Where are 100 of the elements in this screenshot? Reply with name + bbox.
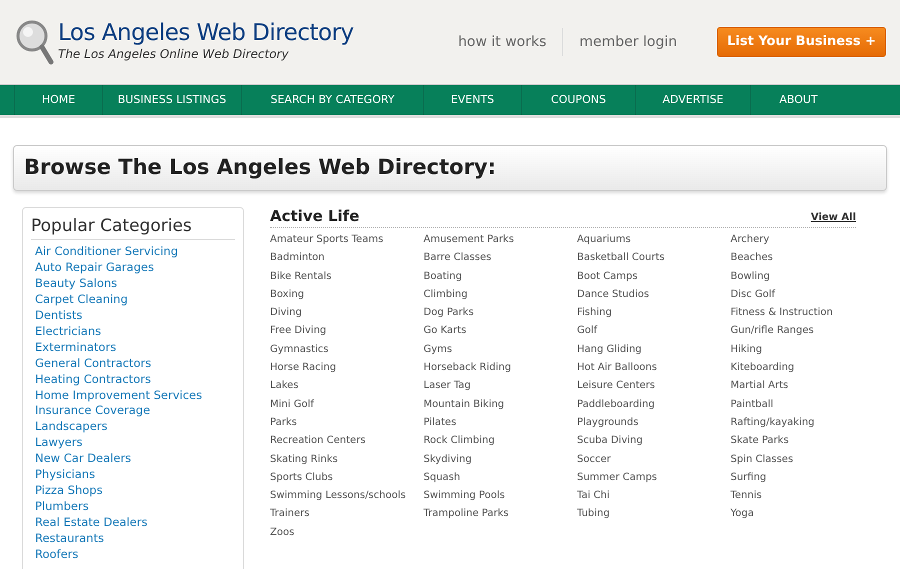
- subcategory-link[interactable]: Fishing: [577, 307, 612, 318]
- category-link[interactable]: Restaurants: [31, 530, 235, 547]
- subcategory-link[interactable]: Golf: [577, 325, 598, 336]
- subcategory-link[interactable]: Climbing: [424, 288, 468, 300]
- subcategory-link[interactable]: Barre Classes: [424, 252, 492, 264]
- subcategory-link[interactable]: Tennis: [730, 490, 762, 502]
- subcategory-link[interactable]: Playgrounds: [577, 416, 638, 428]
- category-link[interactable]: Plumbers: [31, 498, 235, 515]
- category-link[interactable]: Beauty Salons: [31, 276, 235, 292]
- subcategory-link[interactable]: Lakes: [270, 380, 298, 392]
- subcategory-link[interactable]: Skate Parks: [730, 435, 789, 446]
- subcategory-link[interactable]: Pilates: [424, 416, 456, 428]
- subcategory-link[interactable]: Rock Climbing: [424, 435, 495, 446]
- subcategory-link[interactable]: Amateur Sports Teams: [270, 234, 384, 245]
- subcategory-link[interactable]: Spin Classes: [730, 454, 794, 465]
- subcategory-link[interactable]: Gyms: [424, 344, 452, 355]
- subcategory-link[interactable]: Paddleboarding: [577, 398, 655, 410]
- subcategory-link[interactable]: Summer Camps: [577, 472, 658, 483]
- nav-link[interactable]: ABOUT: [750, 85, 846, 115]
- section-title: Active Life: [270, 207, 360, 225]
- category-link[interactable]: Physicians: [31, 467, 235, 483]
- subcategory-link[interactable]: Dog Parks: [424, 307, 474, 318]
- subcategory-link[interactable]: Scuba Diving: [577, 435, 643, 446]
- subcategory-link[interactable]: Beaches: [730, 252, 773, 264]
- category-link[interactable]: Home Improvement Services: [31, 388, 235, 404]
- category-link[interactable]: Real Estate Dealers: [31, 514, 235, 531]
- category-link[interactable]: General Contractors: [31, 356, 235, 372]
- subcategory-link[interactable]: Kiteboarding: [730, 362, 794, 374]
- subcategory-link[interactable]: Bike Rentals: [270, 270, 332, 282]
- subcategory-link[interactable]: Zoos: [270, 526, 294, 538]
- subcategory-link[interactable]: Bowling: [730, 270, 770, 282]
- subcategory-link[interactable]: Laser Tag: [424, 380, 471, 392]
- subcategory-link[interactable]: Free Diving: [270, 325, 326, 336]
- site-tagline: The Los Angeles Online Web Directory: [58, 46, 290, 62]
- nav-link[interactable]: ADVERTISE: [635, 85, 750, 115]
- subcategory-link[interactable]: Swimming Pools: [424, 490, 505, 502]
- subcategory-link[interactable]: Tai Chi: [577, 490, 610, 502]
- subcategory-link[interactable]: Sports Clubs: [270, 472, 333, 483]
- nav-link[interactable]: EVENTS: [423, 85, 521, 115]
- category-link[interactable]: Air Conditioner Servicing: [31, 244, 235, 260]
- nav-link[interactable]: SEARCH BY CATEGORY: [241, 85, 423, 115]
- subcategory-link[interactable]: Dance Studios: [577, 288, 650, 300]
- subcategory-link[interactable]: Go Karts: [424, 325, 466, 336]
- category-link[interactable]: Landscapers: [31, 419, 235, 436]
- nav-link[interactable]: HOME: [14, 85, 102, 115]
- subcategory-link[interactable]: Disc Golf: [730, 288, 776, 300]
- panel-title: Popular Categories: [31, 216, 235, 240]
- subcategory-link[interactable]: Boot Camps: [577, 270, 638, 282]
- category-link[interactable]: New Car Dealers: [31, 451, 235, 468]
- magnifier-icon: [14, 18, 54, 66]
- header-link[interactable]: how it works: [458, 32, 546, 52]
- subcategory-link[interactable]: Tubing: [577, 508, 610, 520]
- subcategory-link[interactable]: Yoga: [730, 508, 754, 520]
- subcategory-link[interactable]: Aquariums: [577, 234, 631, 245]
- subcategory-link[interactable]: Archery: [730, 234, 770, 245]
- subcategory-link[interactable]: Trampoline Parks: [424, 508, 509, 520]
- subcategory-link[interactable]: Martial Arts: [730, 380, 788, 392]
- view-all-link[interactable]: View All: [810, 210, 856, 225]
- subcategory-link[interactable]: Swimming Lessons/schools: [270, 490, 406, 502]
- subcategory-link[interactable]: Recreation Centers: [270, 435, 366, 446]
- subcategory-link[interactable]: Surfing: [730, 472, 766, 483]
- subcategory-link[interactable]: Hot Air Balloons: [577, 362, 657, 374]
- subcategory-link[interactable]: Mountain Biking: [424, 398, 504, 410]
- subcategory-link[interactable]: Trainers: [270, 508, 310, 520]
- subcategory-link[interactable]: Fitness & Instruction: [730, 307, 833, 318]
- nav-link[interactable]: COUPONS: [521, 85, 635, 115]
- subcategory-link[interactable]: Rafting/kayaking: [730, 416, 814, 428]
- subcategory-link[interactable]: Soccer: [577, 454, 611, 465]
- subcategory-link[interactable]: Horse Racing: [270, 362, 336, 374]
- category-link[interactable]: Electricians: [31, 324, 235, 340]
- subcategory-link[interactable]: Boating: [424, 270, 462, 282]
- subcategory-link[interactable]: Gun/rifle Ranges: [730, 325, 814, 336]
- category-link[interactable]: Auto Repair Garages: [31, 260, 235, 276]
- site-title[interactable]: Los Angeles Web Directory: [58, 22, 354, 44]
- subcategory-link[interactable]: Gymnastics: [270, 344, 328, 355]
- category-link[interactable]: Lawyers: [31, 435, 235, 452]
- subcategory-link[interactable]: Hang Gliding: [577, 344, 642, 355]
- subcategory-link[interactable]: Leisure Centers: [577, 380, 655, 392]
- subcategory-link[interactable]: Hiking: [730, 344, 762, 355]
- category-link[interactable]: Carpet Cleaning: [31, 292, 235, 308]
- subcategory-link[interactable]: Parks: [270, 416, 297, 428]
- category-link[interactable]: Dentists: [31, 308, 235, 324]
- category-link[interactable]: Pizza Shops: [31, 482, 235, 499]
- nav-link[interactable]: BUSINESS LISTINGS: [102, 85, 241, 115]
- subcategory-link[interactable]: Skydiving: [424, 454, 472, 465]
- subcategory-link[interactable]: Basketball Courts: [577, 252, 665, 264]
- category-link[interactable]: Insurance Coverage: [31, 403, 235, 420]
- subcategory-link[interactable]: Amusement Parks: [424, 234, 514, 245]
- category-link[interactable]: Roofers: [31, 546, 235, 563]
- subcategory-link[interactable]: Skating Rinks: [270, 454, 338, 465]
- subcategory-link[interactable]: Boxing: [270, 288, 304, 300]
- category-link[interactable]: Heating Contractors: [31, 372, 235, 388]
- subcategory-link[interactable]: Badminton: [270, 252, 325, 264]
- subcategory-link[interactable]: Squash: [424, 472, 460, 483]
- subcategory-link[interactable]: Paintball: [730, 398, 774, 410]
- subcategory-link[interactable]: Mini Golf: [270, 398, 314, 410]
- category-link[interactable]: Exterminators: [31, 340, 235, 356]
- header-link[interactable]: member login: [579, 32, 678, 52]
- subcategory-link[interactable]: Diving: [270, 307, 302, 318]
- subcategory-link[interactable]: Horseback Riding: [424, 362, 512, 374]
